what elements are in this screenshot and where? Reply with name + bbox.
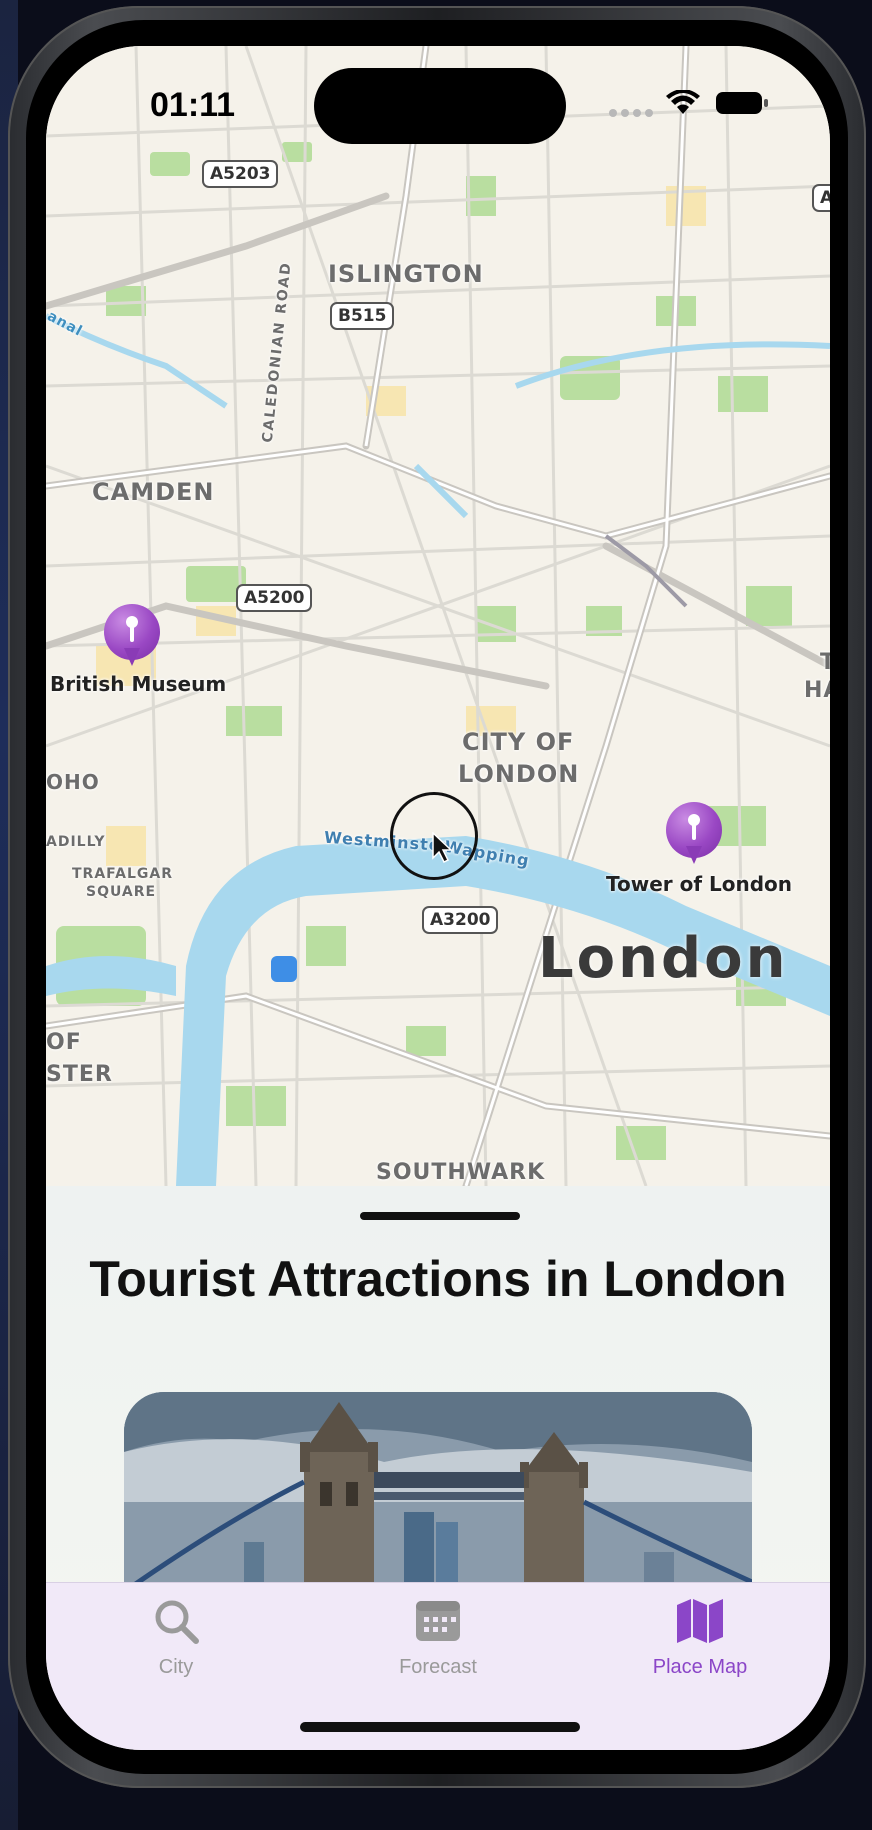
road-shield-b515: B515 bbox=[330, 302, 395, 330]
road-shield-a: A bbox=[812, 184, 830, 212]
pointer-arrow-icon bbox=[432, 832, 453, 864]
sheet-grabber[interactable] bbox=[360, 1212, 520, 1220]
map-pin-tower-of-london[interactable] bbox=[666, 802, 722, 864]
sheet-title: Tourist Attractions in London bbox=[89, 1251, 787, 1307]
area-label-london: LONDON bbox=[458, 760, 580, 788]
tab-forecast-label: Forecast bbox=[399, 1656, 477, 1678]
cellular-signal-icon bbox=[609, 109, 653, 117]
pin-needle-icon bbox=[126, 616, 138, 642]
area-label-piccadilly: ADILLY bbox=[46, 834, 106, 850]
area-label-trafalgar: TRAFALGAR bbox=[72, 866, 173, 882]
search-icon bbox=[155, 1600, 199, 1644]
wifi-icon bbox=[666, 90, 700, 114]
home-indicator[interactable] bbox=[300, 1722, 580, 1732]
attractions-sheet[interactable]: Tourist Attractions in London bbox=[46, 1186, 830, 1606]
area-label-camden: CAMDEN bbox=[92, 478, 215, 506]
area-label-of: OF bbox=[46, 1030, 82, 1055]
tower-bridge-image bbox=[124, 1392, 752, 1592]
area-label-square: SQUARE bbox=[86, 884, 157, 900]
road-shield-a3200: A3200 bbox=[422, 906, 499, 934]
area-label-soho: OHO bbox=[46, 770, 100, 794]
road-shield-a5203: A5203 bbox=[202, 160, 279, 188]
pin-needle-icon bbox=[688, 814, 700, 840]
tab-place-map-label: Place Map bbox=[652, 1656, 748, 1678]
city-label: London bbox=[538, 926, 789, 991]
map-view[interactable]: ISLINGTON CAMDEN CITY OF LONDON SOUTHWAR… bbox=[46, 46, 830, 1186]
map-canvas bbox=[46, 46, 830, 1186]
tab-place-map[interactable]: Place Map bbox=[610, 1597, 790, 1679]
area-label-city-of: CITY OF bbox=[462, 728, 575, 756]
dynamic-island bbox=[314, 68, 566, 144]
calendar-icon bbox=[416, 1601, 460, 1641]
phone-screen: ISLINGTON CAMDEN CITY OF LONDON SOUTHWAR… bbox=[46, 46, 830, 1750]
pin-label-british-museum[interactable]: British Museum bbox=[50, 672, 226, 696]
area-label-t: T bbox=[820, 650, 830, 675]
tab-city-label: City bbox=[158, 1656, 194, 1678]
area-label-southwark: SOUTHWARK bbox=[376, 1160, 546, 1185]
area-label-westminster: STER bbox=[46, 1062, 113, 1087]
battery-icon bbox=[716, 92, 768, 114]
attraction-photo[interactable] bbox=[124, 1392, 752, 1592]
area-label-ha: HA bbox=[804, 678, 830, 703]
pin-tip bbox=[124, 648, 140, 666]
status-time: 01:11 bbox=[150, 86, 236, 124]
area-label-islington: ISLINGTON bbox=[328, 260, 484, 288]
map-pin-british-museum[interactable] bbox=[104, 604, 160, 666]
road-shield-a5200: A5200 bbox=[236, 584, 313, 612]
pin-label-tower-of-london[interactable]: Tower of London bbox=[606, 872, 792, 896]
pin-tip bbox=[686, 846, 702, 864]
tab-forecast[interactable]: Forecast bbox=[348, 1597, 528, 1679]
map-icon bbox=[677, 1599, 723, 1643]
tab-city[interactable]: City bbox=[86, 1597, 266, 1679]
